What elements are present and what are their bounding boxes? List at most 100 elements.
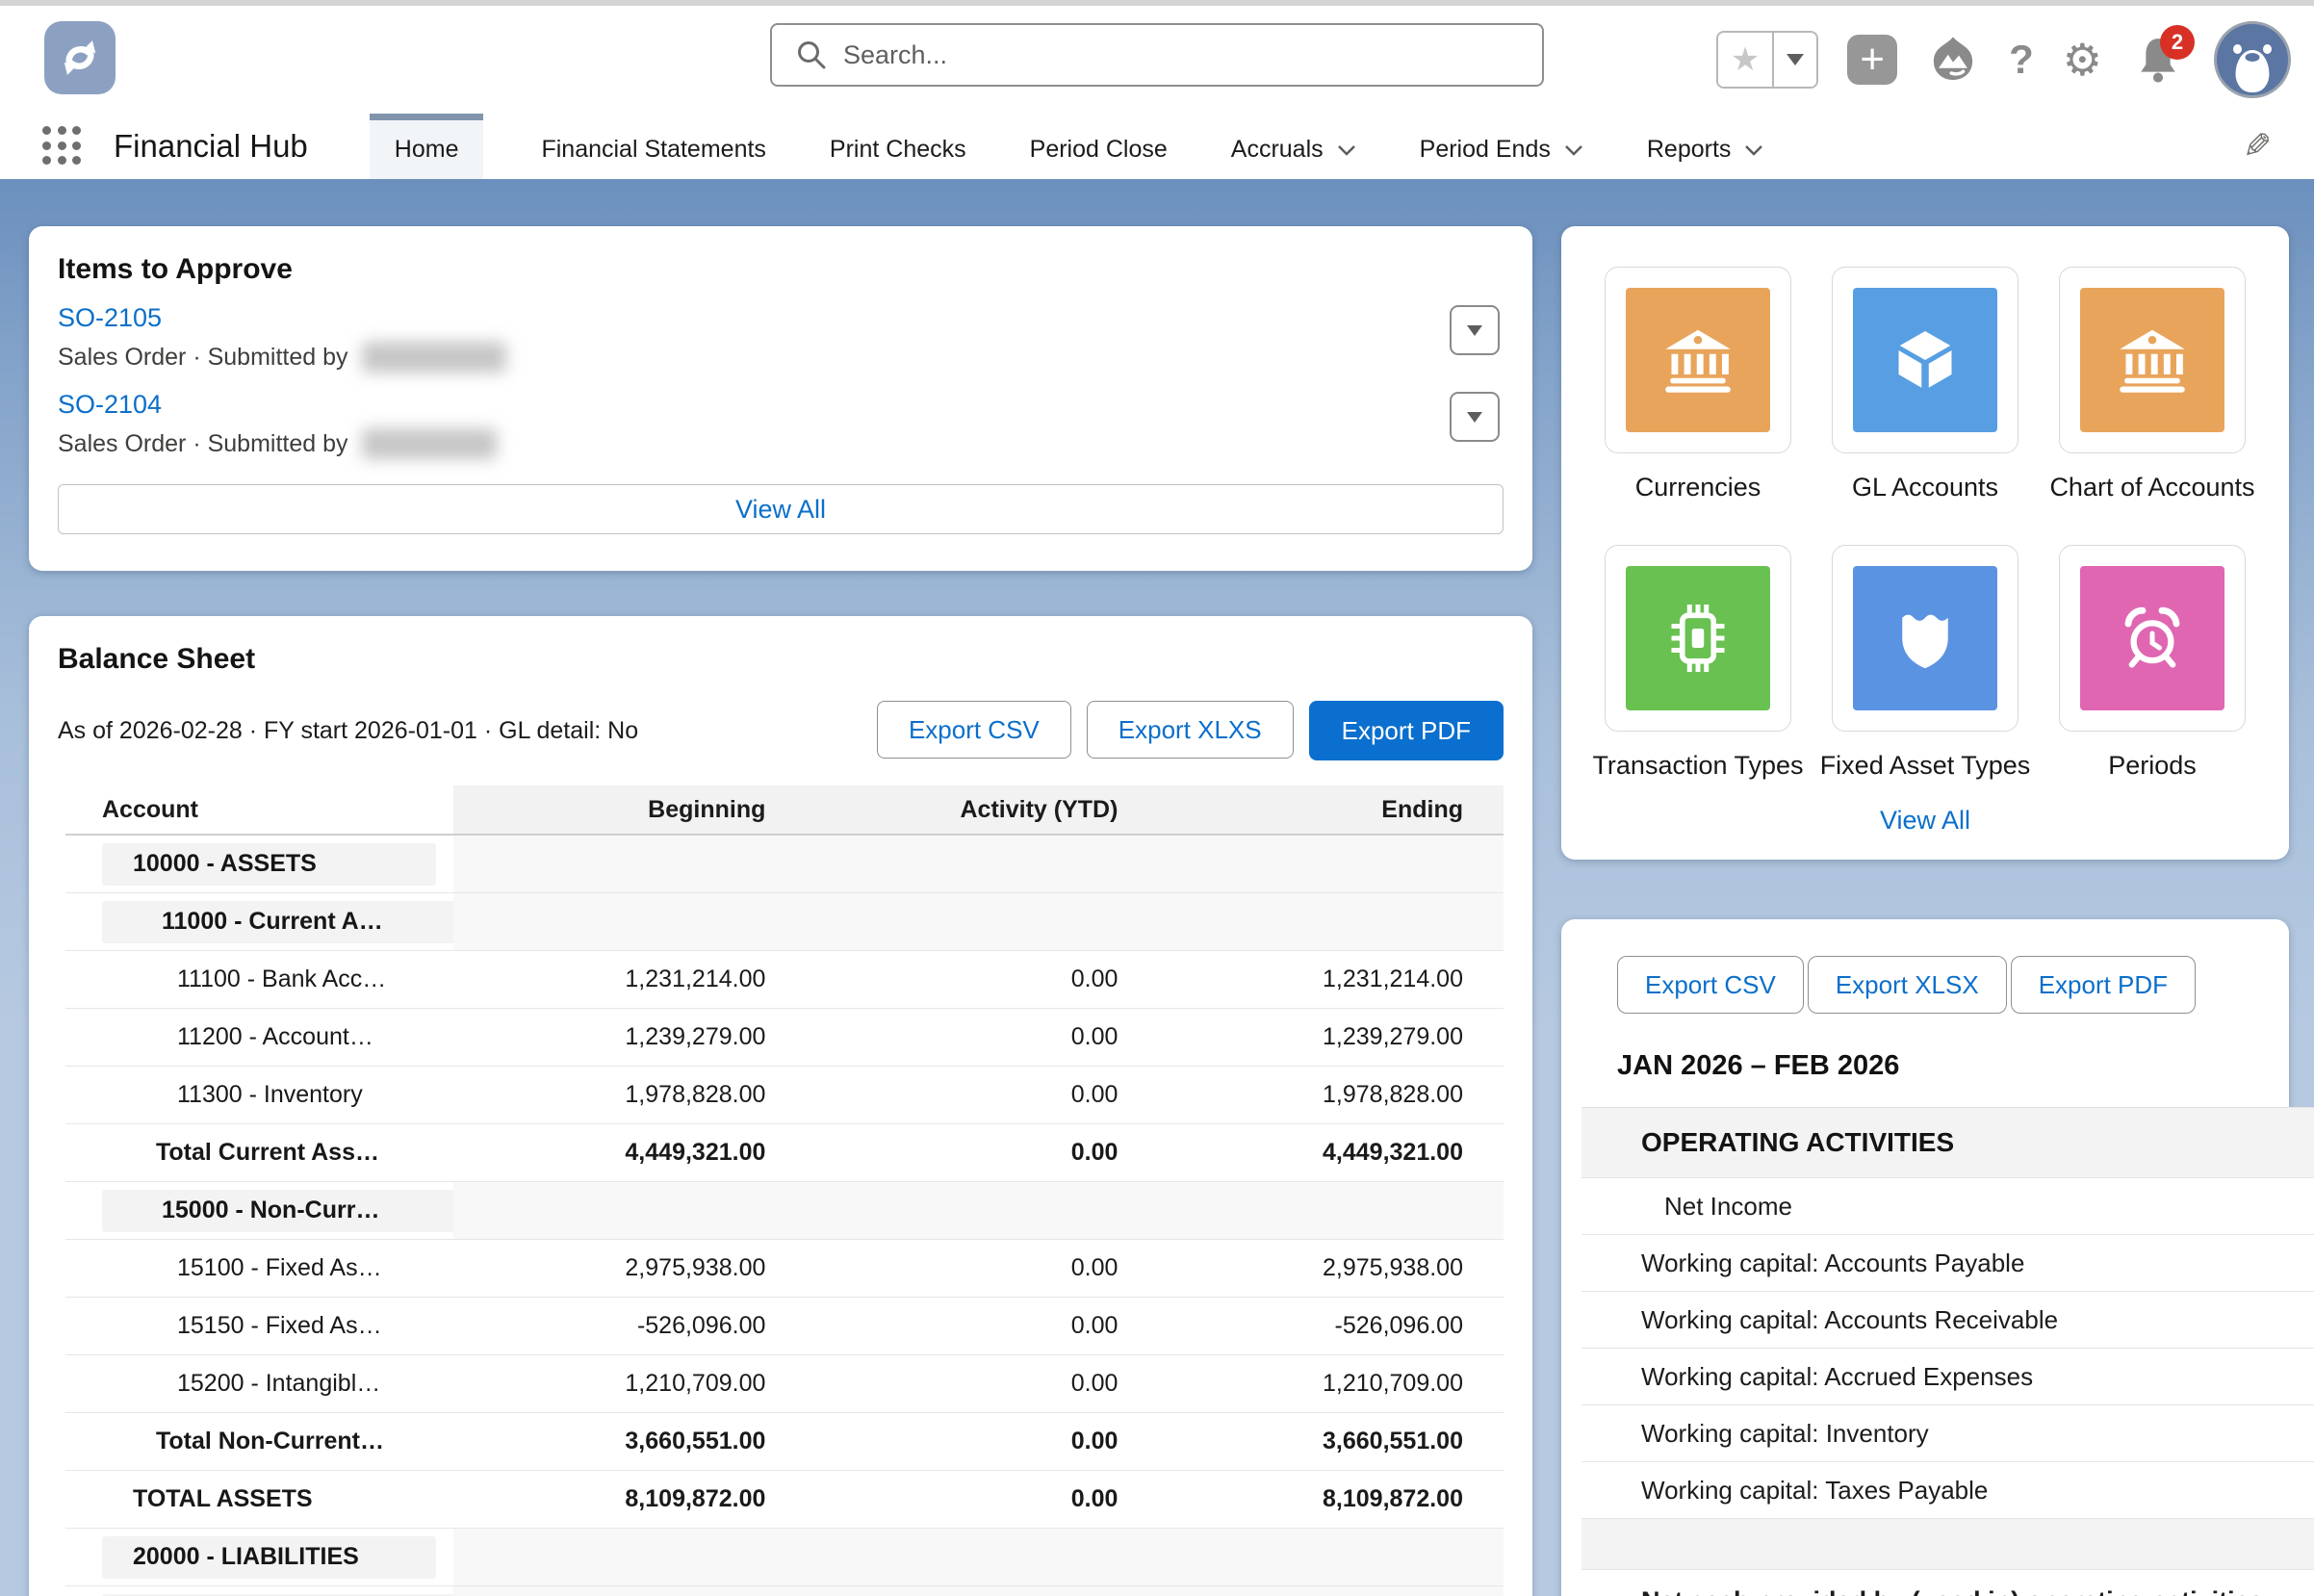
help-button[interactable]: ? (2009, 37, 2034, 83)
export-csv-button[interactable]: Export CSV (1617, 956, 1804, 1014)
balance-sheet-table: Account Beginning Activity (YTD) Ending … (65, 785, 1504, 1596)
table-row: 11200 - Account… 1,239,279.000.001,239,2… (65, 1009, 1504, 1067)
export-xlxs-button[interactable]: Export XLXS (1087, 701, 1294, 759)
export-pdf-button[interactable]: Export PDF (2011, 956, 2196, 1014)
bank-icon (2114, 322, 2191, 399)
trailhead-icon (1926, 33, 1980, 87)
tab-home[interactable]: Home (370, 114, 484, 179)
cash-flow-row: Working capital: Accrued Expenses (1581, 1349, 2314, 1405)
redacted-submitter-name (362, 342, 506, 373)
tile-chart-of-accounts[interactable]: Chart of Accounts (2049, 267, 2254, 502)
quick-links-grid: Currencies GL Accounts (1584, 267, 2266, 781)
column-header-beginning[interactable]: Beginning (453, 785, 806, 835)
table-row-group[interactable]: 11000 - Current A… (65, 893, 1504, 951)
notifications-button[interactable]: 2 (2131, 31, 2185, 89)
quick-links-view-all[interactable]: View All (1561, 806, 2289, 836)
row-actions-button[interactable] (1450, 305, 1500, 355)
app-launcher-icon[interactable] (42, 126, 83, 167)
page-content: Items to Approve SO-2105 Sales Order · S… (0, 179, 2314, 1596)
sales-order-link[interactable]: SO-2104 (58, 390, 1504, 420)
setup-button[interactable]: ⚙ (2063, 34, 2102, 86)
nav-tabs: Home Financial Statements Print Checks P… (370, 114, 1822, 179)
favorites-control: ★ (1716, 31, 1818, 89)
notification-badge: 2 (2160, 25, 2195, 60)
row-actions-button[interactable] (1450, 392, 1500, 442)
sales-order-link[interactable]: SO-2105 (58, 303, 1504, 333)
setup-quick-links-card: Currencies GL Accounts (1561, 226, 2289, 860)
tab-accruals[interactable]: Accruals (1225, 114, 1362, 179)
redacted-submitter-name (362, 428, 497, 459)
chevron-down-icon (1564, 144, 1583, 156)
tile-periods[interactable]: Periods (2059, 545, 2246, 781)
global-create-button[interactable]: + (1847, 35, 1897, 85)
sync-icon (55, 33, 105, 83)
cube-icon (1887, 322, 1964, 399)
favorite-star-button[interactable]: ★ (1718, 33, 1772, 87)
export-xlsx-button[interactable]: Export XLSX (1808, 956, 2007, 1014)
export-csv-button[interactable]: Export CSV (877, 701, 1071, 759)
plus-icon: + (1860, 39, 1885, 81)
avatar-eye (2233, 44, 2242, 54)
favorites-menu-button[interactable] (1772, 33, 1816, 87)
spacer-row (1581, 1519, 2314, 1570)
trailhead-button[interactable] (1926, 33, 1980, 87)
tab-period-ends[interactable]: Period Ends (1414, 114, 1589, 179)
items-view-all-button[interactable]: View All (58, 484, 1504, 534)
table-row-group[interactable]: 10000 - ASSETS (65, 835, 1504, 893)
approval-item: SO-2104 Sales Order · Submitted by (58, 390, 1504, 459)
app-name: Financial Hub (114, 128, 308, 165)
cash-flow-card: Export CSV Export XLSX Export PDF JAN 20… (1561, 919, 2289, 1596)
caret-down-icon (1467, 325, 1482, 336)
export-pdf-button[interactable]: Export PDF (1309, 701, 1504, 760)
tab-reports[interactable]: Reports (1641, 114, 1770, 179)
table-row-group[interactable]: 20000 - LIABILITIES (65, 1529, 1504, 1586)
column-header-activity[interactable]: Activity (YTD) (806, 785, 1158, 835)
cash-flow-row: Net Income (1581, 1178, 2314, 1235)
cash-flow-actions: Export CSV Export XLSX Export PDF (1617, 956, 2289, 1014)
tile-fixed-asset-types[interactable]: Fixed Asset Types (1820, 545, 2031, 781)
table-row: 15100 - Fixed As… 2,975,938.000.002,975,… (65, 1240, 1504, 1298)
tab-financial-statements[interactable]: Financial Statements (535, 114, 771, 179)
search-input[interactable] (841, 30, 1542, 80)
question-mark-icon: ? (2009, 37, 2034, 83)
cash-flow-table: OPERATING ACTIVITIES Net Income Working … (1581, 1107, 2314, 1596)
column-header-ending[interactable]: Ending (1158, 785, 1504, 835)
table-row-grand-total: TOTAL ASSETS 8,109,872.000.008,109,872.0… (65, 1471, 1504, 1529)
section-header-row: OPERATING ACTIVITIES (1581, 1107, 2314, 1178)
caret-down-icon (1467, 412, 1482, 423)
app-logo[interactable] (44, 21, 116, 94)
app-navigation-bar: Financial Hub Home Financial Statements … (0, 114, 2314, 179)
table-row-group[interactable]: 21000 - Short-Ter… (65, 1586, 1504, 1596)
tab-print-checks[interactable]: Print Checks (824, 114, 972, 179)
table-header-row: Account Beginning Activity (YTD) Ending (65, 785, 1504, 835)
items-to-approve-title: Items to Approve (58, 253, 1504, 286)
table-row: 15200 - Intangibl… 1,210,709.000.001,210… (65, 1355, 1504, 1413)
global-header: ★ + ? ⚙ (0, 6, 2314, 114)
balance-sheet-card: Balance Sheet As of 2026-02-28 · FY star… (29, 616, 1532, 1596)
cash-flow-period-label: JAN 2026 – FEB 2026 (1617, 1050, 2289, 1082)
table-row: 15150 - Fixed As… -526,096.000.00-526,09… (65, 1298, 1504, 1355)
bank-icon (1659, 322, 1736, 399)
column-header-account[interactable]: Account (65, 785, 453, 835)
cash-flow-row: Working capital: Accounts Payable (1581, 1235, 2314, 1292)
header-actions: ★ + ? ⚙ (1716, 6, 2291, 114)
cash-flow-row: Working capital: Accounts Receivable (1581, 1292, 2314, 1349)
table-row-total: Total Non-Current… 3,660,551.000.003,660… (65, 1413, 1504, 1471)
tile-gl-accounts[interactable]: GL Accounts (1832, 267, 2018, 502)
tab-period-close[interactable]: Period Close (1024, 114, 1173, 179)
tile-currencies[interactable]: Currencies (1605, 267, 1791, 502)
approval-item-meta: Sales Order · Submitted by (58, 428, 1504, 459)
balance-sheet-subtitle: As of 2026-02-28 · FY start 2026-01-01 ·… (58, 717, 638, 745)
gear-icon: ⚙ (2063, 34, 2102, 86)
tile-transaction-types[interactable]: Transaction Types (1592, 545, 1803, 781)
table-row: 11100 - Bank Acc… 1,231,214.000.001,231,… (65, 951, 1504, 1009)
cash-flow-row: Working capital: Inventory (1581, 1405, 2314, 1462)
edit-navigation-pencil-icon[interactable]: ✎ (2243, 126, 2272, 167)
avatar[interactable] (2214, 21, 2291, 98)
balance-sheet-title: Balance Sheet (58, 643, 1504, 676)
table-row: 11300 - Inventory 1,978,828.000.001,978,… (65, 1067, 1504, 1124)
table-row-group[interactable]: 15000 - Non-Curr… (65, 1182, 1504, 1240)
caret-down-icon (1787, 54, 1804, 65)
search-icon (772, 39, 841, 71)
approval-item: SO-2105 Sales Order · Submitted by (58, 303, 1504, 373)
